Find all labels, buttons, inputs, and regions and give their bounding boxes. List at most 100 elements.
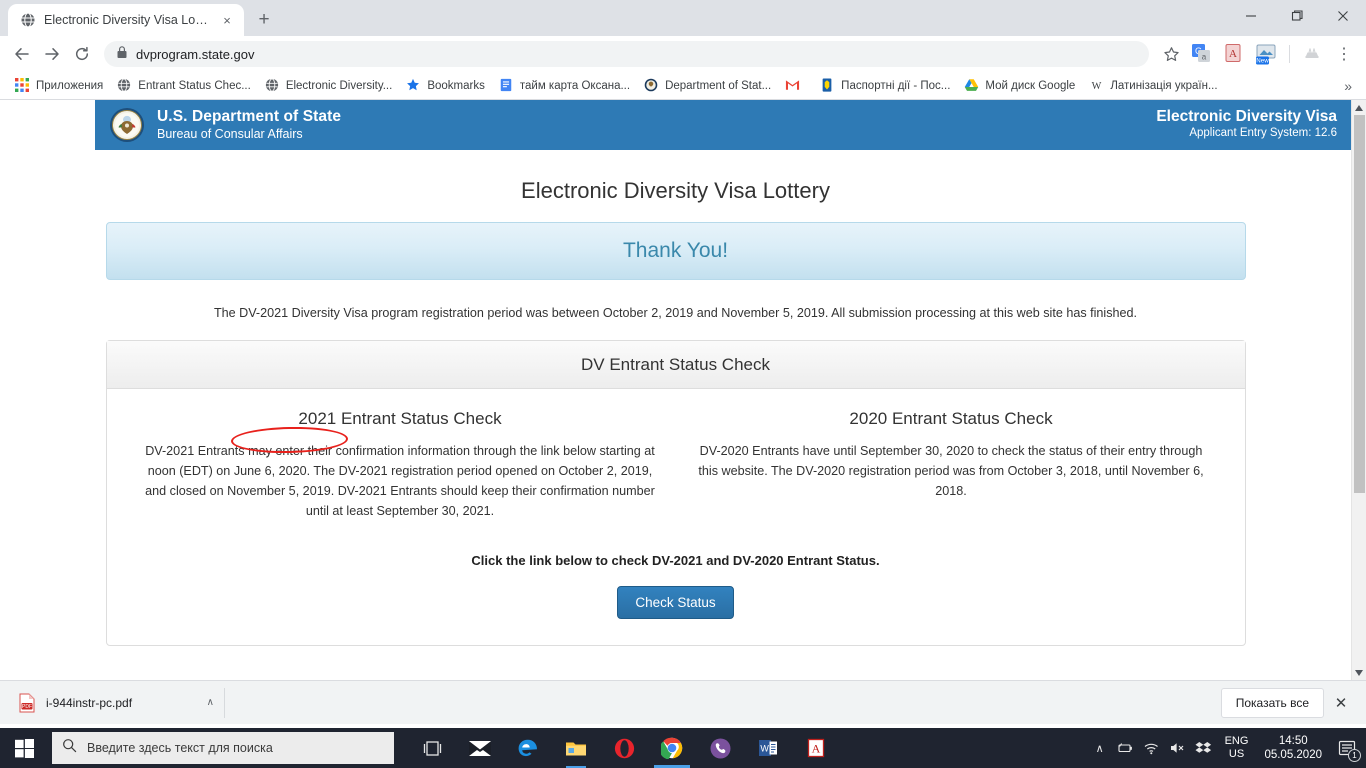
new-tab-button[interactable]: +: [250, 6, 278, 34]
bookmark-label: Паспортні дії - Пос...: [841, 79, 951, 92]
panel-heading: DV Entrant Status Check: [106, 341, 1245, 389]
bureau-name: Bureau of Consular Affairs: [157, 127, 303, 141]
clock[interactable]: 14:50 05.05.2020: [1256, 734, 1330, 762]
acrobat-icon[interactable]: A: [792, 728, 840, 768]
viber-icon[interactable]: [696, 728, 744, 768]
edge-icon[interactable]: [504, 728, 552, 768]
system-title: Electronic Diversity Visa: [1156, 108, 1337, 125]
adobe-acrobat-extension-icon[interactable]: A: [1222, 42, 1246, 66]
taskbar-search-input[interactable]: Введите здесь текст для поиска: [52, 732, 394, 764]
opera-icon[interactable]: [600, 728, 648, 768]
bookmark-label: Electronic Diversity...: [285, 79, 393, 92]
thank-you-banner: Thank You!: [105, 222, 1246, 280]
globe-icon: [20, 12, 36, 28]
windows-taskbar: Введите здесь текст для поиска W A ∧ ENG…: [0, 728, 1366, 768]
page-scrollbar[interactable]: [1351, 100, 1366, 680]
star-icon: [406, 78, 421, 93]
google-drive-icon: [964, 78, 979, 93]
column-text: DV-2021 Entrants may enter their confirm…: [145, 444, 655, 518]
reload-icon[interactable]: [68, 40, 96, 68]
bookmark-item-gmail[interactable]: [778, 75, 813, 96]
forward-icon[interactable]: [38, 40, 66, 68]
chevron-up-icon[interactable]: ∧: [207, 697, 218, 708]
ua-emblem-icon: [820, 78, 835, 93]
scroll-up-icon[interactable]: [1352, 100, 1366, 115]
system-version: Applicant Entry System: 12.6: [1189, 127, 1337, 139]
wifi-icon[interactable]: [1139, 728, 1165, 768]
start-button[interactable]: [0, 728, 48, 768]
svg-text:PDF: PDF: [22, 704, 32, 710]
minimize-button[interactable]: [1228, 0, 1274, 32]
notification-badge: 1: [1348, 749, 1361, 762]
svg-text:W: W: [1092, 81, 1102, 92]
show-all-downloads-button[interactable]: Показать все: [1220, 687, 1324, 718]
chrome-menu-icon[interactable]: ⋮: [1330, 40, 1358, 68]
bookmark-item-taym-karta[interactable]: тайм карта Оксана...: [492, 75, 637, 96]
bookmark-item-latynizaciya[interactable]: W Латинізація україн...: [1082, 75, 1224, 96]
download-item[interactable]: PDF i-944instr-pc.pdf ∧: [10, 687, 225, 718]
bookmark-item-pasportni-dii[interactable]: Паспортні дії - Пос...: [813, 75, 957, 96]
file-explorer-icon[interactable]: [552, 728, 600, 768]
apps-grid-icon: [15, 78, 30, 93]
svg-text:A: A: [1229, 48, 1237, 60]
maximize-button[interactable]: [1274, 0, 1320, 32]
language-line2: US: [1228, 748, 1245, 760]
site-header-banner: U.S. Department of State Bureau of Consu…: [95, 100, 1351, 150]
bookmark-item-entrant-status-check[interactable]: Entrant Status Chec...: [110, 75, 258, 96]
bookmarks-overflow-icon[interactable]: »: [1338, 76, 1358, 96]
language-line1: ENG: [1224, 735, 1249, 747]
disabled-extension-icon[interactable]: [1301, 42, 1325, 66]
clock-time: 14:50: [1278, 735, 1308, 747]
dropbox-icon[interactable]: [1191, 728, 1217, 768]
task-view-icon[interactable]: [408, 728, 456, 768]
word-icon[interactable]: W: [744, 728, 792, 768]
download-shelf: PDF i-944instr-pc.pdf ∧ Показать все ✕: [0, 680, 1366, 724]
bookmark-item-department-of-state[interactable]: Department of Stat...: [637, 75, 778, 96]
screenshot-extension-icon[interactable]: New: [1254, 42, 1278, 66]
bookmark-item-apps[interactable]: Приложения: [8, 75, 110, 96]
tray-chevron-up-icon[interactable]: ∧: [1087, 728, 1113, 768]
close-icon[interactable]: ×: [218, 11, 236, 29]
wikipedia-icon: W: [1089, 78, 1104, 93]
download-shelf-actions: Показать все ✕: [1220, 687, 1356, 718]
bookmark-item-google-drive[interactable]: Мой диск Google: [957, 75, 1082, 96]
check-status-button[interactable]: Check Status: [617, 586, 734, 619]
tab-title: Electronic Diversity Visa Lottery: [44, 13, 210, 27]
bookmark-star-icon[interactable]: [1157, 40, 1185, 68]
close-shelf-icon[interactable]: ✕: [1326, 688, 1356, 718]
chrome-icon[interactable]: [648, 728, 696, 768]
bookmark-label: тайм карта Оксана...: [519, 79, 631, 92]
doc-blue-icon: [499, 78, 514, 93]
input-language-indicator[interactable]: ENG US: [1217, 735, 1257, 761]
window-controls: [1228, 0, 1366, 36]
address-bar[interactable]: dvprogram.state.gov: [104, 41, 1149, 67]
back-icon[interactable]: [8, 40, 36, 68]
taskbar-apps: W A: [408, 728, 840, 768]
column-2020-entrant-status-check: 2020 Entrant Status Check DV-2020 Entran…: [676, 409, 1227, 521]
scroll-down-icon[interactable]: [1352, 665, 1366, 680]
action-center-icon[interactable]: 1: [1330, 728, 1364, 768]
system-title-block: Electronic Diversity Visa Applicant Entr…: [1156, 108, 1337, 141]
battery-icon[interactable]: [1113, 728, 1139, 768]
globe-icon: [117, 78, 132, 93]
column-heading: 2021 Entrant Status Check: [298, 409, 502, 428]
svg-text:New: New: [1256, 58, 1269, 65]
download-file-name: i-944instr-pc.pdf: [46, 695, 133, 710]
clock-date: 05.05.2020: [1264, 749, 1322, 761]
browser-toolbar: dvprogram.state.gov G a A New: [0, 36, 1366, 72]
mail-icon[interactable]: [456, 728, 504, 768]
url-text: dvprogram.state.gov: [136, 46, 255, 62]
bookmark-item-electronic-diversity[interactable]: Electronic Diversity...: [258, 75, 400, 96]
page-title: Electronic Diversity Visa Lottery: [521, 178, 830, 203]
search-placeholder: Введите здесь текст для поиска: [87, 741, 273, 755]
bookmark-item-bookmarks[interactable]: Bookmarks: [399, 75, 492, 96]
column-text: DV-2020 Entrants have until September 30…: [698, 444, 1204, 498]
google-translate-extension-icon[interactable]: G a: [1190, 42, 1214, 66]
pdf-icon: PDF: [18, 693, 36, 713]
agency-name: U.S. Department of State: [157, 108, 342, 125]
system-tray: ∧ ENG US 14:50 05.05.2020 1: [1087, 728, 1366, 768]
scrollbar-thumb[interactable]: [1354, 115, 1365, 493]
tab-electronic-diversity-visa-lottery[interactable]: Electronic Diversity Visa Lottery ×: [8, 4, 244, 36]
close-window-button[interactable]: [1320, 0, 1366, 32]
volume-muted-icon[interactable]: [1165, 728, 1191, 768]
